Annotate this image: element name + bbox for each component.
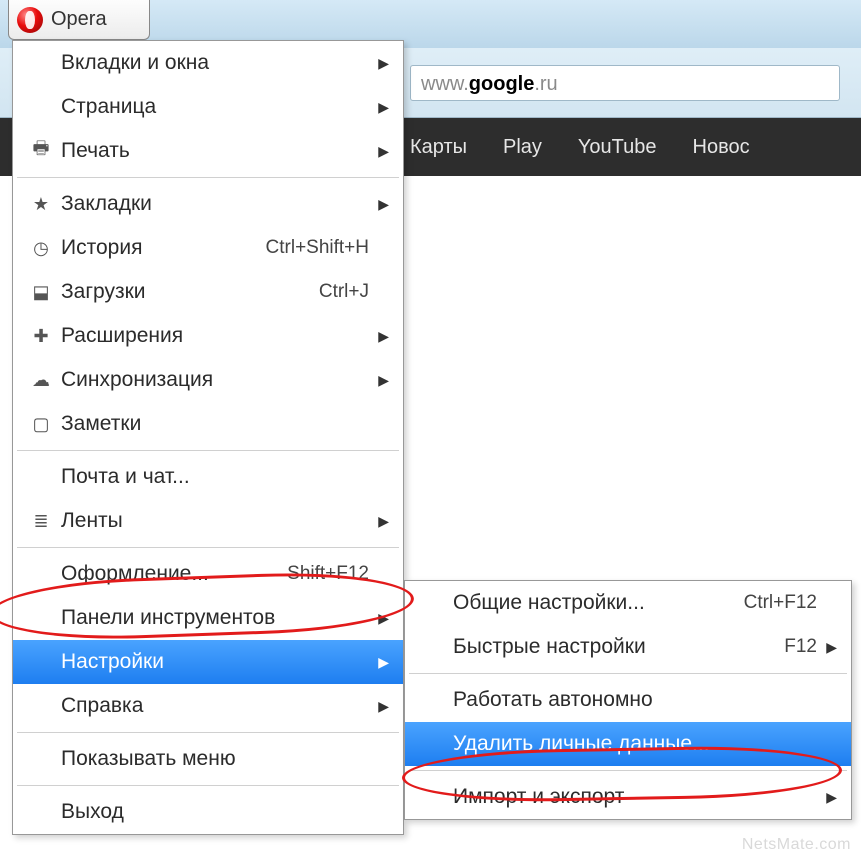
url-prefix: www. bbox=[421, 73, 469, 95]
submenu-arrow-icon: ▶ bbox=[375, 196, 389, 213]
settings-submenu: Общие настройки...Ctrl+F12Быстрые настро… bbox=[404, 580, 852, 820]
menu-item-label: Справка bbox=[57, 694, 369, 718]
menu-item-shortcut: Ctrl+Shift+H bbox=[266, 237, 375, 259]
nav-link[interactable]: Новос bbox=[693, 136, 750, 159]
submenu-arrow-icon: ▶ bbox=[375, 328, 389, 345]
menu-item-label: История bbox=[57, 236, 266, 260]
menu-item[interactable]: ☁Синхронизация ▶ bbox=[13, 358, 403, 402]
menu-item-label: Страница bbox=[57, 95, 369, 119]
menu-item[interactable]: Работать автономно bbox=[405, 678, 851, 722]
star-icon: ★ bbox=[25, 194, 57, 215]
menu-item-label: Загрузки bbox=[57, 280, 319, 304]
menu-item-shortcut: F12 bbox=[784, 636, 823, 658]
menu-item-label: Общие настройки... bbox=[449, 591, 744, 615]
menu-item[interactable]: Показывать меню bbox=[13, 737, 403, 781]
menu-item-label: Быстрые настройки bbox=[449, 635, 784, 659]
rss-icon: ≣ bbox=[25, 511, 57, 532]
submenu-arrow-icon: ▶ bbox=[375, 610, 389, 627]
menu-item[interactable]: Быстрые настройкиF12▶ bbox=[405, 625, 851, 669]
url-domain: google bbox=[469, 73, 535, 95]
clock-icon: ◷ bbox=[25, 238, 57, 259]
menu-item-label: Удалить личные данные... bbox=[449, 732, 817, 756]
menu-item-label: Печать bbox=[57, 139, 369, 163]
menu-item[interactable]: ✚Расширения ▶ bbox=[13, 314, 403, 358]
menu-item[interactable]: ≣Ленты ▶ bbox=[13, 499, 403, 543]
opera-logo-icon bbox=[17, 7, 43, 33]
menu-item[interactable]: Настройки ▶ bbox=[13, 640, 403, 684]
menu-separator bbox=[17, 785, 399, 786]
menu-item[interactable]: Импорт и экспорт ▶ bbox=[405, 775, 851, 819]
menu-separator bbox=[17, 177, 399, 178]
menu-item-label: Панели инструментов bbox=[57, 606, 369, 630]
menu-separator bbox=[409, 770, 847, 771]
puzzle-icon: ✚ bbox=[25, 326, 57, 347]
menu-item[interactable]: 🖶Печать ▶ bbox=[13, 129, 403, 173]
menu-separator bbox=[17, 450, 399, 451]
nav-link[interactable]: Карты bbox=[410, 136, 467, 159]
nav-link[interactable]: YouTube bbox=[578, 136, 657, 159]
menu-item-shortcut: Ctrl+F12 bbox=[744, 592, 823, 614]
menu-item[interactable]: Почта и чат... bbox=[13, 455, 403, 499]
print-icon: 🖶 bbox=[25, 136, 57, 166]
menu-item-label: Импорт и экспорт bbox=[449, 785, 817, 809]
menu-separator bbox=[409, 673, 847, 674]
menu-item-label: Выход bbox=[57, 800, 369, 824]
submenu-arrow-icon: ▶ bbox=[823, 789, 837, 806]
submenu-arrow-icon: ▶ bbox=[375, 513, 389, 530]
menu-item-label: Показывать меню bbox=[57, 747, 369, 771]
menu-item-label: Вкладки и окна bbox=[57, 51, 369, 75]
note-icon: ▢ bbox=[25, 414, 57, 435]
menu-item[interactable]: ◷ИсторияCtrl+Shift+H bbox=[13, 226, 403, 270]
menu-item-label: Оформление... bbox=[57, 562, 287, 586]
menu-item[interactable]: Страница ▶ bbox=[13, 85, 403, 129]
menu-item-label: Расширения bbox=[57, 324, 369, 348]
main-menu: Вкладки и окна▶Страница▶🖶Печать▶★Закладк… bbox=[12, 40, 404, 835]
submenu-arrow-icon: ▶ bbox=[375, 99, 389, 116]
menu-item-label: Настройки bbox=[57, 650, 369, 674]
menu-item[interactable]: Панели инструментов ▶ bbox=[13, 596, 403, 640]
submenu-arrow-icon: ▶ bbox=[823, 639, 837, 656]
menu-item-label: Заметки bbox=[57, 412, 369, 436]
menu-item-label: Ленты bbox=[57, 509, 369, 533]
menu-item-shortcut: Ctrl+J bbox=[319, 281, 375, 303]
download-icon: ⬓ bbox=[25, 282, 57, 303]
menu-item-label: Работать автономно bbox=[449, 688, 817, 712]
url-tld: .ru bbox=[534, 73, 557, 95]
menu-item-label: Синхронизация bbox=[57, 368, 369, 392]
submenu-arrow-icon: ▶ bbox=[375, 55, 389, 72]
menu-item[interactable]: Общие настройки...Ctrl+F12 bbox=[405, 581, 851, 625]
menu-item[interactable]: Вкладки и окна ▶ bbox=[13, 41, 403, 85]
menu-item[interactable]: ⬓ЗагрузкиCtrl+J bbox=[13, 270, 403, 314]
menu-item-label: Почта и чат... bbox=[57, 465, 369, 489]
submenu-arrow-icon: ▶ bbox=[375, 698, 389, 715]
menu-item-label: Закладки bbox=[57, 192, 369, 216]
watermark: NetsMate.com bbox=[742, 836, 851, 854]
menu-item[interactable]: Оформление...Shift+F12 bbox=[13, 552, 403, 596]
address-input[interactable]: www.google.ru bbox=[410, 65, 840, 101]
submenu-arrow-icon: ▶ bbox=[375, 143, 389, 160]
menu-item-shortcut: Shift+F12 bbox=[287, 563, 375, 585]
menu-item[interactable]: Удалить личные данные... bbox=[405, 722, 851, 766]
submenu-arrow-icon: ▶ bbox=[375, 654, 389, 671]
opera-button-label: Opera bbox=[51, 8, 107, 31]
menu-item[interactable]: ▢Заметки bbox=[13, 402, 403, 446]
submenu-arrow-icon: ▶ bbox=[375, 372, 389, 389]
menu-separator bbox=[17, 547, 399, 548]
menu-item[interactable]: Выход bbox=[13, 790, 403, 834]
menu-item[interactable]: ★Закладки ▶ bbox=[13, 182, 403, 226]
menu-separator bbox=[17, 732, 399, 733]
opera-menu-button[interactable]: Opera bbox=[8, 0, 150, 40]
nav-link[interactable]: Play bbox=[503, 136, 542, 159]
cloud-icon: ☁ bbox=[25, 370, 57, 391]
menu-item[interactable]: Справка ▶ bbox=[13, 684, 403, 728]
